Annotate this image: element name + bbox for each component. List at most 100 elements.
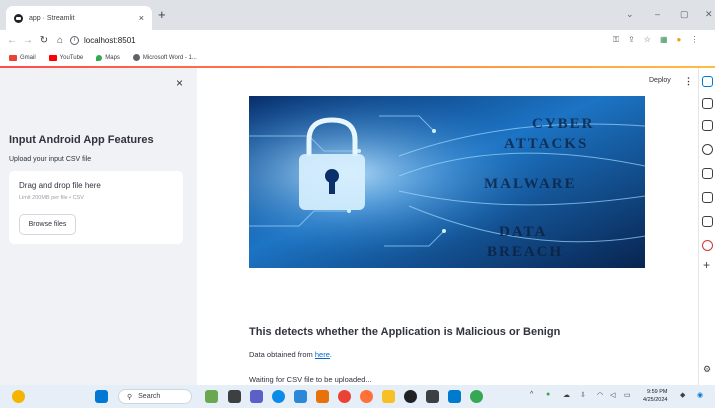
bookmark-label: Gmail: [20, 54, 36, 61]
url-text: localhost:8501: [84, 35, 136, 45]
maps-pin-icon: [96, 54, 103, 61]
file-explorer-icon[interactable]: [382, 390, 395, 403]
firefox-icon[interactable]: [360, 390, 373, 403]
app-icon[interactable]: [470, 390, 483, 403]
tools-icon[interactable]: [702, 120, 713, 131]
volume-icon[interactable]: ◁: [610, 391, 615, 399]
taskbar-search[interactable]: ⚲ Search: [118, 389, 192, 404]
share-icon[interactable]: ⇪: [628, 35, 635, 45]
taskbar-clock[interactable]: 9:59 PM 4/25/2024: [643, 388, 667, 404]
upload-label: Upload your input CSV file: [9, 156, 92, 163]
browser-menu-icon[interactable]: ⋮: [690, 35, 698, 45]
hero-image: CYBER ATTACKS MALWARE DATA BREACH: [249, 96, 645, 268]
source-suffix: .: [329, 350, 332, 359]
deploy-button[interactable]: Deploy: [649, 77, 671, 84]
url-field[interactable]: i localhost:8501: [70, 32, 630, 48]
file-dropzone[interactable]: Drag and drop file here Limit 200MB per …: [9, 171, 183, 244]
store-icon[interactable]: [294, 390, 307, 403]
main-menu-icon[interactable]: ⋮: [684, 76, 693, 87]
bookmarks-bar: Gmail YouTube Maps Microsoft Word - 1...: [0, 50, 715, 65]
widgets-icon[interactable]: [205, 390, 218, 403]
cloud-icon[interactable]: ☁: [563, 391, 570, 399]
close-window-icon[interactable]: ✕: [705, 9, 713, 20]
add-panel-icon[interactable]: +: [703, 258, 710, 272]
bookmark-word[interactable]: Microsoft Word - 1...: [132, 54, 197, 61]
games-icon[interactable]: [702, 144, 713, 155]
hero-word-breach: BREACH: [487, 244, 563, 260]
key-icon[interactable]: ⚿: [613, 35, 619, 45]
tray-app-icon[interactable]: ●: [546, 391, 550, 398]
browser-tab-bar: app · Streamlit × + ⌄ – ▢ ✕: [0, 0, 715, 30]
task-view-icon[interactable]: [228, 390, 241, 403]
address-bar-actions: ⚿ ⇪ ☆ ▦ ● ⋮: [613, 35, 698, 45]
dropzone-limit: Limit 200MB per file • CSV: [19, 195, 84, 201]
edge-side-panel: + ⚙: [698, 68, 715, 385]
chrome-icon[interactable]: [338, 390, 351, 403]
clock-time: 9:59 PM: [646, 389, 668, 395]
globe-icon: [132, 54, 140, 61]
gmail-icon: [9, 54, 17, 61]
bookmark-youtube[interactable]: YouTube: [48, 54, 84, 61]
youtube-icon: [48, 54, 57, 61]
search-icon: ⚲: [127, 393, 133, 401]
battery-icon[interactable]: ▭: [624, 391, 631, 399]
minimize-icon[interactable]: –: [655, 9, 660, 19]
collections-icon[interactable]: [702, 168, 713, 179]
edge-icon[interactable]: [272, 390, 285, 403]
extensions-icon[interactable]: ▦: [660, 35, 668, 45]
streamlit-favicon-icon: [14, 13, 23, 23]
office-app-icon[interactable]: [316, 390, 329, 403]
teams-icon[interactable]: [250, 390, 263, 403]
usb-icon[interactable]: ⇩: [580, 391, 586, 399]
weather-icon[interactable]: [12, 390, 25, 403]
screen: app · Streamlit × + ⌄ – ▢ ✕ ← → ↻ ⌂ i lo…: [0, 0, 715, 408]
sidebar-title: Input Android App Features: [9, 134, 154, 146]
tray-chevron-icon[interactable]: ^: [530, 391, 533, 398]
vscode-icon[interactable]: [448, 390, 461, 403]
cyber-security-banner: CYBER ATTACKS MALWARE DATA BREACH: [249, 96, 645, 268]
shopping-icon[interactable]: [702, 98, 713, 109]
office-icon[interactable]: [702, 240, 713, 251]
back-icon[interactable]: ←: [4, 35, 20, 46]
tab-close-icon[interactable]: ×: [139, 13, 144, 23]
obs-icon[interactable]: [404, 390, 417, 403]
source-link[interactable]: here: [315, 350, 330, 359]
browse-files-button[interactable]: Browse files: [19, 214, 76, 235]
profile-avatar[interactable]: ●: [677, 35, 682, 45]
new-tab-button[interactable]: +: [158, 7, 166, 23]
hero-word-attacks: ATTACKS: [504, 136, 588, 152]
hero-word-malware: MALWARE: [484, 176, 577, 192]
notification-bell-icon[interactable]: ◆: [680, 391, 685, 399]
bookmark-label: Microsoft Word - 1...: [142, 54, 197, 61]
tab-title: app · Streamlit: [29, 14, 75, 22]
hero-word-data: DATA: [499, 224, 547, 240]
outlook-icon[interactable]: [702, 192, 713, 203]
dropzone-title: Drag and drop file here: [19, 181, 101, 190]
bookmark-star-icon[interactable]: ☆: [644, 35, 651, 45]
browser-tab[interactable]: app · Streamlit ×: [6, 6, 152, 30]
copilot-icon[interactable]: [702, 76, 713, 87]
taskbar-search-label: Search: [138, 393, 161, 400]
start-button-icon[interactable]: [95, 390, 108, 403]
tab-search-chevron-icon[interactable]: ⌄: [626, 9, 634, 20]
drop-icon[interactable]: [702, 216, 713, 227]
bookmark-label: Maps: [105, 54, 120, 61]
site-info-icon[interactable]: i: [70, 35, 79, 45]
data-source-text: Data obtained from here.: [249, 350, 332, 359]
reload-icon[interactable]: ↻: [36, 35, 52, 46]
copilot-taskbar-icon[interactable]: ◉: [697, 391, 703, 399]
sidebar: × Input Android App Features Upload your…: [0, 68, 197, 385]
bookmark-label: YouTube: [59, 54, 84, 61]
bookmark-maps[interactable]: Maps: [96, 54, 120, 61]
page-title: This detects whether the Application is …: [249, 326, 561, 338]
bookmark-gmail[interactable]: Gmail: [9, 54, 36, 61]
terminal-icon[interactable]: [426, 390, 439, 403]
source-prefix: Data obtained from: [249, 350, 315, 359]
settings-gear-icon[interactable]: ⚙: [703, 364, 711, 375]
status-message: Waiting for CSV file to be uploaded...: [249, 375, 372, 384]
restore-icon[interactable]: ▢: [680, 9, 689, 20]
forward-icon[interactable]: →: [20, 35, 36, 46]
wifi-icon[interactable]: ◠: [597, 391, 603, 399]
sidebar-close-icon[interactable]: ×: [176, 76, 183, 90]
home-icon[interactable]: ⌂: [52, 35, 68, 46]
